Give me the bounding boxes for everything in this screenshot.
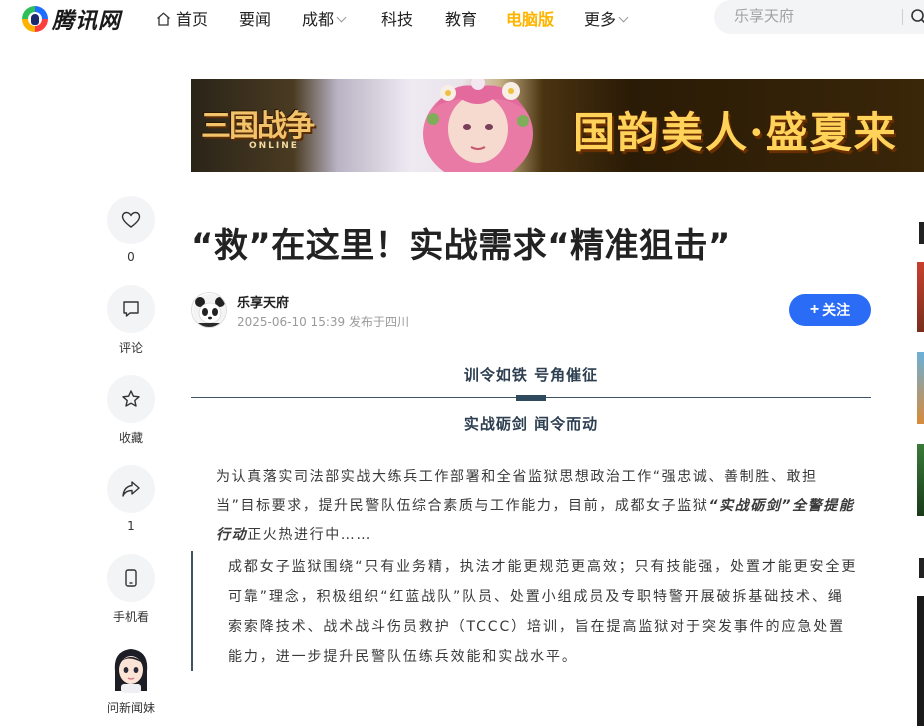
article-title: “救”在这里！实战需求“精准狙击” <box>191 226 731 266</box>
share-button[interactable] <box>107 465 155 513</box>
banner-slogan: 国韵美人·盛夏来 <box>573 108 898 157</box>
nav-item-label: 成都 <box>302 10 335 29</box>
nav-item-label: 要闻 <box>239 10 272 29</box>
follow-label: 关注 <box>822 302 851 318</box>
section-heading-2: 实战砺剑 闻令而动 <box>463 415 599 433</box>
mobile-view-label: 手机看 <box>112 610 149 624</box>
nav-item-news[interactable]: 要闻 <box>239 6 271 30</box>
banner-game-logo: 三国战争 <box>201 109 315 144</box>
panda-avatar-icon <box>193 294 226 327</box>
home-icon <box>157 12 170 26</box>
search-icon[interactable] <box>910 8 924 26</box>
chevron-down-icon <box>618 12 629 23</box>
mobile-view-button[interactable] <box>107 554 155 602</box>
nav-item-label: 电脑版 <box>506 10 555 29</box>
nav-item-label: 更多 <box>584 10 617 29</box>
paragraph-text: 正火热进行中…… <box>247 527 373 543</box>
collect-button[interactable] <box>107 375 155 423</box>
cutoff-heading <box>919 222 924 244</box>
comment-icon <box>123 301 139 317</box>
share-arrow-icon <box>122 481 140 497</box>
collect-label: 收藏 <box>118 431 143 445</box>
section-heading-1: 训令如铁 号角催征 <box>463 366 599 384</box>
nav-item-label: 教育 <box>445 10 478 29</box>
search-input[interactable] <box>734 7 894 25</box>
nav-item-chengdu[interactable]: 成都 <box>302 6 347 30</box>
plus-icon: + <box>809 301 820 318</box>
nav-item-desktop-version[interactable]: 电脑版 <box>506 6 554 30</box>
article-paragraph-1: 为认真落实司法部实战大练兵工作部署和全省监狱思想政治工作“强忠诚、善制胜、敢担当… <box>216 463 856 550</box>
collect-action: 收藏 <box>107 375 155 446</box>
search-divider <box>902 9 903 25</box>
nav-item-home[interactable]: 首页 <box>156 6 208 30</box>
like-count: 0 <box>127 250 135 264</box>
phone-icon <box>125 569 137 587</box>
quote-bar <box>191 551 193 671</box>
like-action: 0 <box>107 196 155 264</box>
heart-icon <box>121 211 141 228</box>
comment-action: 评论 <box>107 285 155 356</box>
star-icon <box>122 390 140 407</box>
section-divider-accent <box>516 395 546 401</box>
share-action: 1 <box>107 465 155 533</box>
author-name[interactable]: 乐享天府 <box>237 292 289 311</box>
site-logo[interactable]: 腾讯网 <box>22 3 121 35</box>
chevron-down-icon <box>336 12 347 23</box>
comment-label: 评论 <box>118 341 143 355</box>
assistant-avatar[interactable] <box>107 645 155 693</box>
nav-item-label: 科技 <box>381 10 414 29</box>
follow-button[interactable]: + 关注 <box>789 294 871 326</box>
banner-character-image <box>423 79 533 172</box>
author-avatar[interactable] <box>191 292 227 328</box>
comment-button[interactable] <box>107 285 155 333</box>
cutoff-thumbnail[interactable] <box>917 352 924 424</box>
tencent-logo-icon <box>22 6 48 32</box>
cutoff-heading <box>919 558 924 578</box>
nav-item-tech[interactable]: 科技 <box>381 6 413 30</box>
article-paragraph-2: 成都女子监狱围绕“只有业务精，执法才能更规范更高效；只有技能强，处置才能更安全更… <box>228 559 858 665</box>
top-navigation: 腾讯网 首页 要闻 成都 科技 教育 电脑版 更多 <box>0 0 924 34</box>
cutoff-thumbnail[interactable] <box>917 262 924 332</box>
nav-item-education[interactable]: 教育 <box>445 6 477 30</box>
banner-game-subtitle: ONLINE <box>249 141 299 151</box>
nav-item-more[interactable]: 更多 <box>584 6 629 30</box>
search-box <box>714 0 924 34</box>
mobile-action: 手机看 <box>107 554 155 625</box>
assistant-action[interactable]: 问新闻妹 <box>107 645 155 716</box>
assistant-label: 问新闻妹 <box>107 701 156 715</box>
cutoff-thumbnail[interactable] <box>917 444 924 516</box>
cutoff-thumbnail[interactable] <box>917 596 924 726</box>
share-count: 1 <box>127 519 135 533</box>
ad-banner[interactable]: 三国战争 ONLINE 国韵美人·盛夏来 <box>191 79 924 172</box>
nav-item-label: 首页 <box>176 10 209 29</box>
site-logo-text: 腾讯网 <box>52 9 122 34</box>
like-button[interactable] <box>107 196 155 244</box>
publish-meta: 2025-06-10 15:39 发布于四川 <box>237 315 409 329</box>
